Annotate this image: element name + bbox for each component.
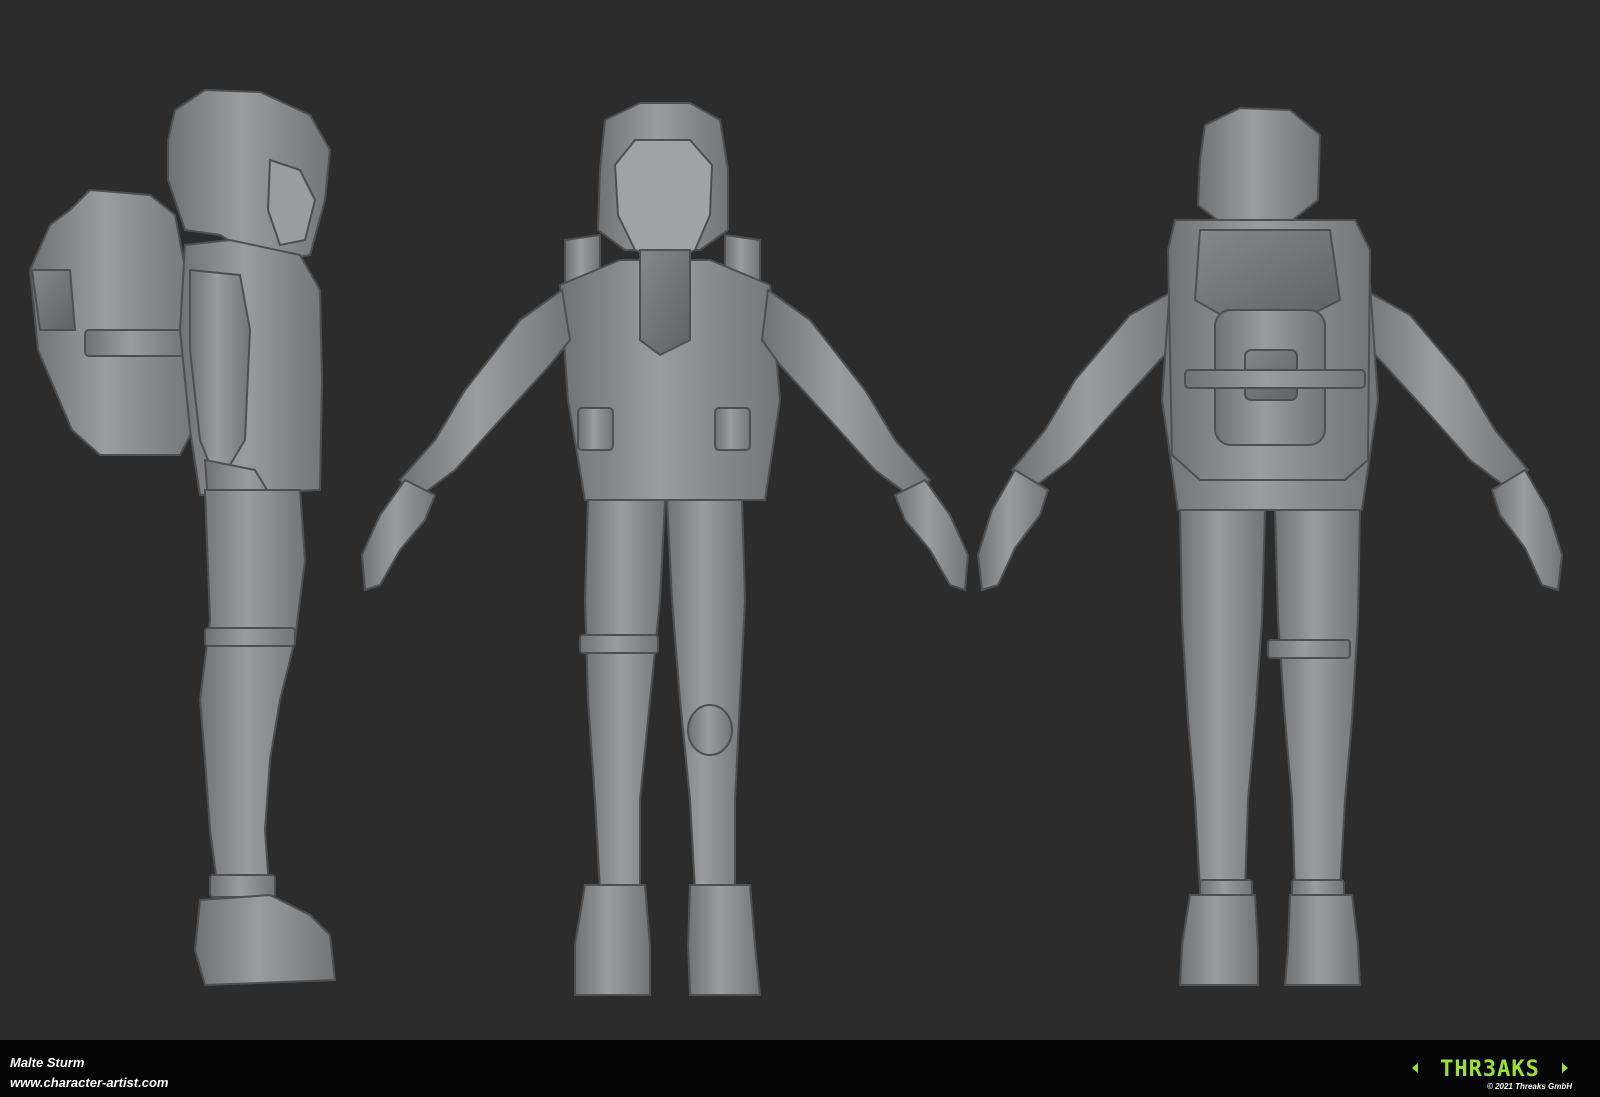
artist-name: Malte Sturm [10,1055,85,1070]
right-shoe-front [686,884,762,996]
logo-wordmark: THR3AKS [1440,1057,1540,1082]
arm-side [189,268,252,466]
artist-website: www.character-artist.com [10,1075,169,1090]
hood-back [1196,106,1322,231]
right-shoe-back [1283,894,1362,986]
left-shoe-back [1178,894,1259,986]
character-turnaround-render [0,0,1600,1040]
credits-footer: Malte Sturm www.character-artist.com THR… [0,1040,1600,1097]
left-shoe-front [574,884,651,996]
copyright-notice: © 2021 Threaks GmbH [1486,1082,1572,1091]
